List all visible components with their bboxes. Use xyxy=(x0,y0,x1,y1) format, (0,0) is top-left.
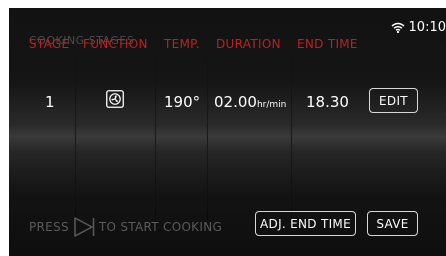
press-label: PRESS xyxy=(29,220,69,234)
column-divider xyxy=(155,60,156,220)
duration-value: 02.00hr/min xyxy=(214,93,286,111)
clock-time: 10:10 xyxy=(408,20,446,35)
column-header-function: FUNCTION xyxy=(83,37,148,51)
status-bar: 10:10 xyxy=(391,20,446,35)
fan-icon[interactable] xyxy=(106,90,124,108)
column-divider xyxy=(291,60,292,220)
column-divider xyxy=(207,60,208,220)
start-cooking-label: TO START COOKING xyxy=(98,220,223,234)
wifi-icon xyxy=(391,22,405,33)
play-icon xyxy=(73,217,95,237)
duration-number: 02.00 xyxy=(214,93,257,111)
stage-number: 1 xyxy=(45,93,55,111)
column-header-duration: DURATION xyxy=(216,37,281,51)
edit-button[interactable]: EDIT xyxy=(369,88,418,113)
start-hint: PRESS TO START COOKING xyxy=(29,217,222,237)
adj-end-time-button[interactable]: ADJ. END TIME xyxy=(255,211,356,236)
end-time-value: 18.30 xyxy=(306,93,349,111)
column-divider xyxy=(75,60,76,220)
column-header-stage: STAGE xyxy=(29,37,70,51)
duration-unit: hr/min xyxy=(256,100,287,110)
cooking-stages-screen: 10:10 COOKING STAGES STAGE FUNCTION TEMP… xyxy=(9,8,446,256)
column-header-end-time: END TIME xyxy=(297,37,358,51)
save-button[interactable]: SAVE xyxy=(367,211,418,236)
temperature-value: 190° xyxy=(164,93,201,111)
column-header-temp: TEMP. xyxy=(164,37,200,51)
